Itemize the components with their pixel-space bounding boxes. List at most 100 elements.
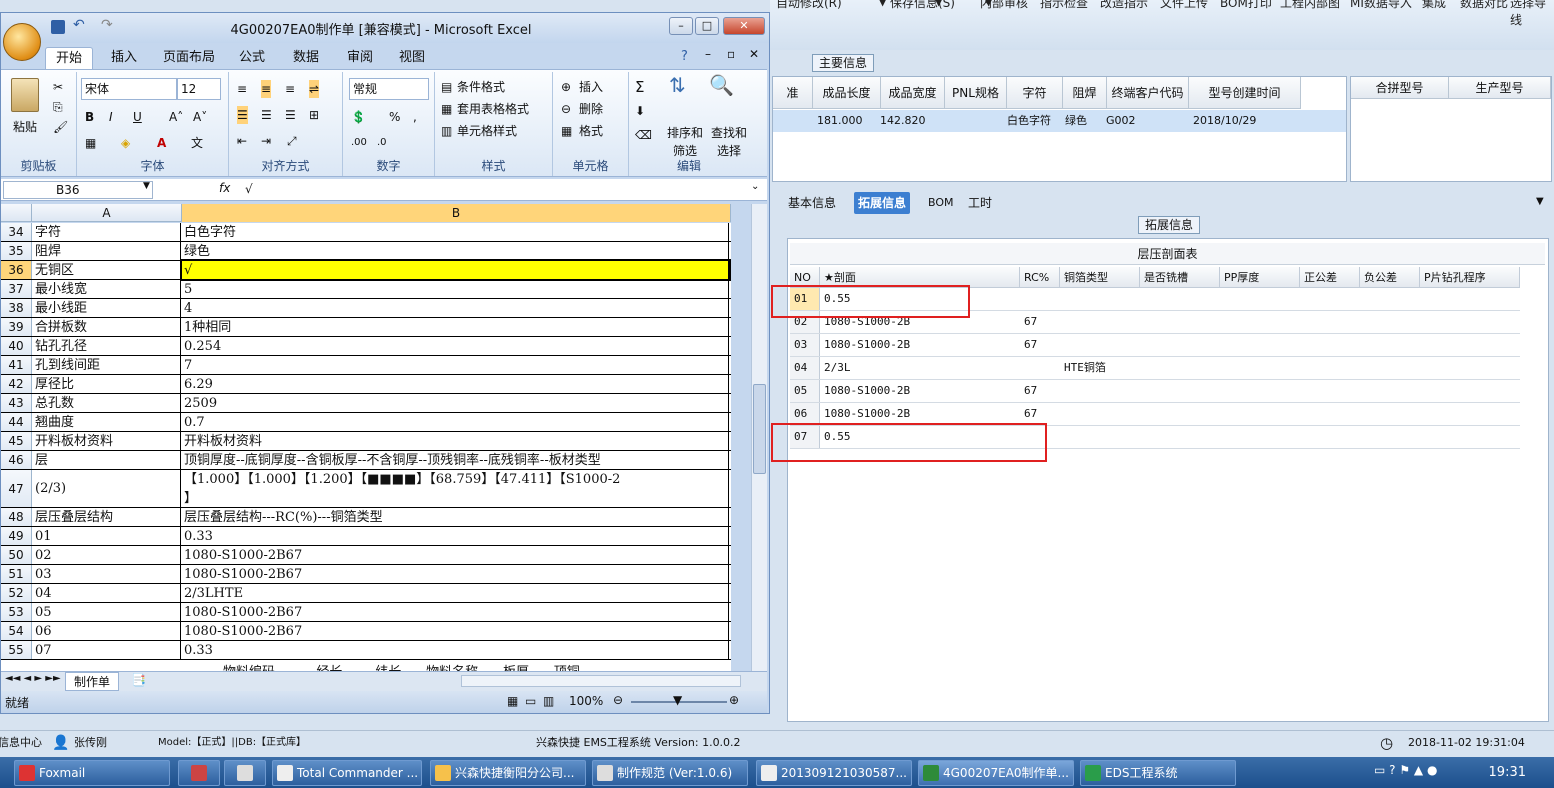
grid-header[interactable]: 准 — [773, 77, 813, 109]
insert-cells-button[interactable]: 插入 — [579, 78, 603, 96]
cell-b[interactable]: 1种相同 — [182, 318, 729, 336]
chevron-down-icon[interactable]: ▼ — [143, 181, 150, 191]
page-break-view-icon[interactable]: ▥ — [543, 694, 554, 708]
tab-data[interactable]: 数据 — [283, 47, 329, 69]
help-icon[interactable]: ? — [681, 49, 688, 64]
cell-a[interactable]: 02 — [33, 546, 181, 564]
laminate-header[interactable]: PP厚度 — [1220, 267, 1300, 288]
comma-icon[interactable]: , — [413, 108, 417, 126]
tab-extended-info[interactable]: 拓展信息 — [854, 192, 911, 214]
select-all[interactable] — [1, 204, 32, 222]
align-left-icon[interactable]: ☰ — [237, 106, 248, 124]
minimize-button[interactable]: – — [669, 17, 693, 35]
cell-a[interactable]: 06 — [33, 622, 181, 640]
orientation-icon[interactable]: ⤢ — [287, 132, 297, 150]
sort-filter-icon[interactable]: ⇅ — [669, 75, 686, 95]
clear-icon[interactable]: ⌫ — [635, 126, 652, 144]
row-number[interactable]: 40 — [1, 337, 32, 355]
grid-header[interactable]: 成品宽度 — [881, 77, 945, 109]
chevron-down-icon[interactable]: ▼ — [984, 0, 993, 8]
menu-item[interactable]: 改造指示 — [1100, 0, 1148, 11]
cell-a[interactable]: 05 — [33, 603, 181, 621]
chevron-down-icon[interactable]: ▼ — [878, 0, 887, 8]
number-format-select[interactable]: 常规 — [349, 78, 429, 100]
cell-a[interactable]: 厚径比 — [33, 375, 181, 393]
row-number[interactable]: 38 — [1, 299, 32, 317]
sheet-tab[interactable]: 制作单 — [65, 672, 120, 691]
taskbar-item-spec[interactable]: 制作规范 (Ver:1.0.6) — [592, 760, 748, 786]
grid-header[interactable]: 生产型号 — [1449, 77, 1551, 99]
menu-item[interactable]: BOM打印 — [1220, 0, 1272, 11]
tab-work-hours[interactable]: 工时 — [964, 192, 996, 214]
font-color-icon[interactable]: A — [157, 134, 166, 152]
cell-b[interactable]: 0.254 — [182, 337, 729, 355]
cell-a[interactable]: 无铜区 — [33, 261, 181, 279]
formula-input[interactable]: √ — [245, 182, 253, 196]
cell-styles-button[interactable]: 单元格样式 — [457, 122, 517, 140]
increase-indent-icon[interactable]: ⇥ — [261, 132, 271, 150]
scroll-thumb[interactable] — [753, 384, 766, 474]
cell-b[interactable]: √ — [180, 259, 731, 281]
find-select-button[interactable]: 查找和选择 — [707, 124, 751, 160]
row-number[interactable]: 50 — [1, 546, 32, 564]
format-as-table-button[interactable]: 套用表格格式 — [457, 100, 529, 118]
zoom-level[interactable]: 100% — [569, 694, 603, 708]
cell-a[interactable]: 01 — [33, 527, 181, 545]
row-number[interactable]: 48 — [1, 508, 32, 526]
conditional-format-button[interactable]: 条件格式 — [457, 78, 505, 96]
merge-cells-icon[interactable]: ⊞ — [309, 106, 319, 124]
cell-a[interactable]: 层 — [33, 451, 181, 469]
tab-review[interactable]: 审阅 — [337, 47, 383, 69]
zoom-in-icon[interactable]: ⊕ — [729, 693, 739, 707]
office-button[interactable] — [3, 23, 41, 61]
grid-header[interactable]: 终端客户代码 — [1107, 77, 1189, 109]
ribbon-minimize-icon[interactable]: – — [705, 47, 711, 61]
format-painter-icon[interactable]: 🖌 — [53, 118, 68, 136]
info-center[interactable]: 信息中心 — [0, 731, 42, 755]
row-number[interactable]: 46 — [1, 451, 32, 469]
row-number[interactable]: 55 — [1, 641, 32, 659]
tab-formulas[interactable]: 公式 — [229, 47, 275, 69]
close-button[interactable]: ✕ — [723, 17, 765, 35]
page-layout-view-icon[interactable]: ▭ — [525, 694, 536, 708]
cut-icon[interactable]: ✂ — [53, 78, 63, 96]
cell-b[interactable]: 4 — [182, 299, 729, 317]
cell-b[interactable]: 顶铜厚度--底铜厚度--含铜板厚--不含铜厚--顶残铜率--底残铜率--板材类型 — [182, 451, 729, 469]
row-number[interactable]: 47 — [1, 470, 32, 507]
align-middle-icon[interactable]: ≡ — [261, 80, 272, 98]
menu-item[interactable]: MI数据导入 — [1350, 0, 1412, 11]
name-box[interactable]: B36 — [3, 181, 153, 199]
format-cells-button[interactable]: 格式 — [579, 122, 603, 140]
menu-item[interactable]: 集成 — [1422, 0, 1446, 11]
cell-b[interactable]: 0.33 — [182, 527, 729, 545]
worksheet[interactable]: 34 字符 白色字符 35 阻焊 绿色 36 无铜区 √ 37 最小线宽 5 38 最小线距 4 39 合拼板数… — [1, 223, 731, 671]
decrease-indent-icon[interactable]: ⇤ — [237, 132, 247, 150]
cell-a[interactable]: 04 — [33, 584, 181, 602]
table-row[interactable]: 04 2/3L HTE铜箔 — [790, 357, 1520, 380]
row-number[interactable]: 36 — [1, 261, 32, 279]
sort-filter-button[interactable]: 排序和筛选 — [663, 124, 707, 160]
cell-b[interactable]: 0.7 — [182, 413, 729, 431]
currency-icon[interactable]: 💲 — [351, 108, 366, 126]
cell-a[interactable]: 层压叠层结构 — [33, 508, 181, 526]
cell-b[interactable]: 1080-S1000-2B67 — [182, 622, 729, 640]
align-center-icon[interactable]: ☰ — [261, 106, 272, 124]
expand-formula-icon[interactable]: ⌄ — [751, 181, 759, 192]
cell-b[interactable]: 5 — [182, 280, 729, 298]
row-number[interactable]: 35 — [1, 242, 32, 260]
tab-home[interactable]: 开始 — [45, 47, 94, 69]
tab-view[interactable]: 视图 — [389, 47, 435, 69]
wrap-text-icon[interactable]: ⇌ — [309, 80, 320, 98]
cell-b[interactable]: 1080-S1000-2B67 — [182, 565, 729, 583]
function-icon[interactable]: fx — [219, 181, 230, 195]
cell-a[interactable]: 03 — [33, 565, 181, 583]
taskbar-item-foxmail[interactable]: Foxmail — [14, 760, 170, 786]
column-header-a[interactable]: A — [32, 204, 182, 222]
grid-header[interactable]: 字符 — [1007, 77, 1063, 109]
cell-a[interactable]: 字符 — [33, 223, 181, 241]
vertical-scrollbar[interactable] — [751, 204, 767, 674]
grid-header[interactable]: 阻焊 — [1063, 77, 1107, 109]
menu-item[interactable]: 工程内部图 — [1280, 0, 1340, 11]
cell-a[interactable]: 合拼板数 — [33, 318, 181, 336]
autosum-icon[interactable]: Σ — [635, 78, 644, 96]
